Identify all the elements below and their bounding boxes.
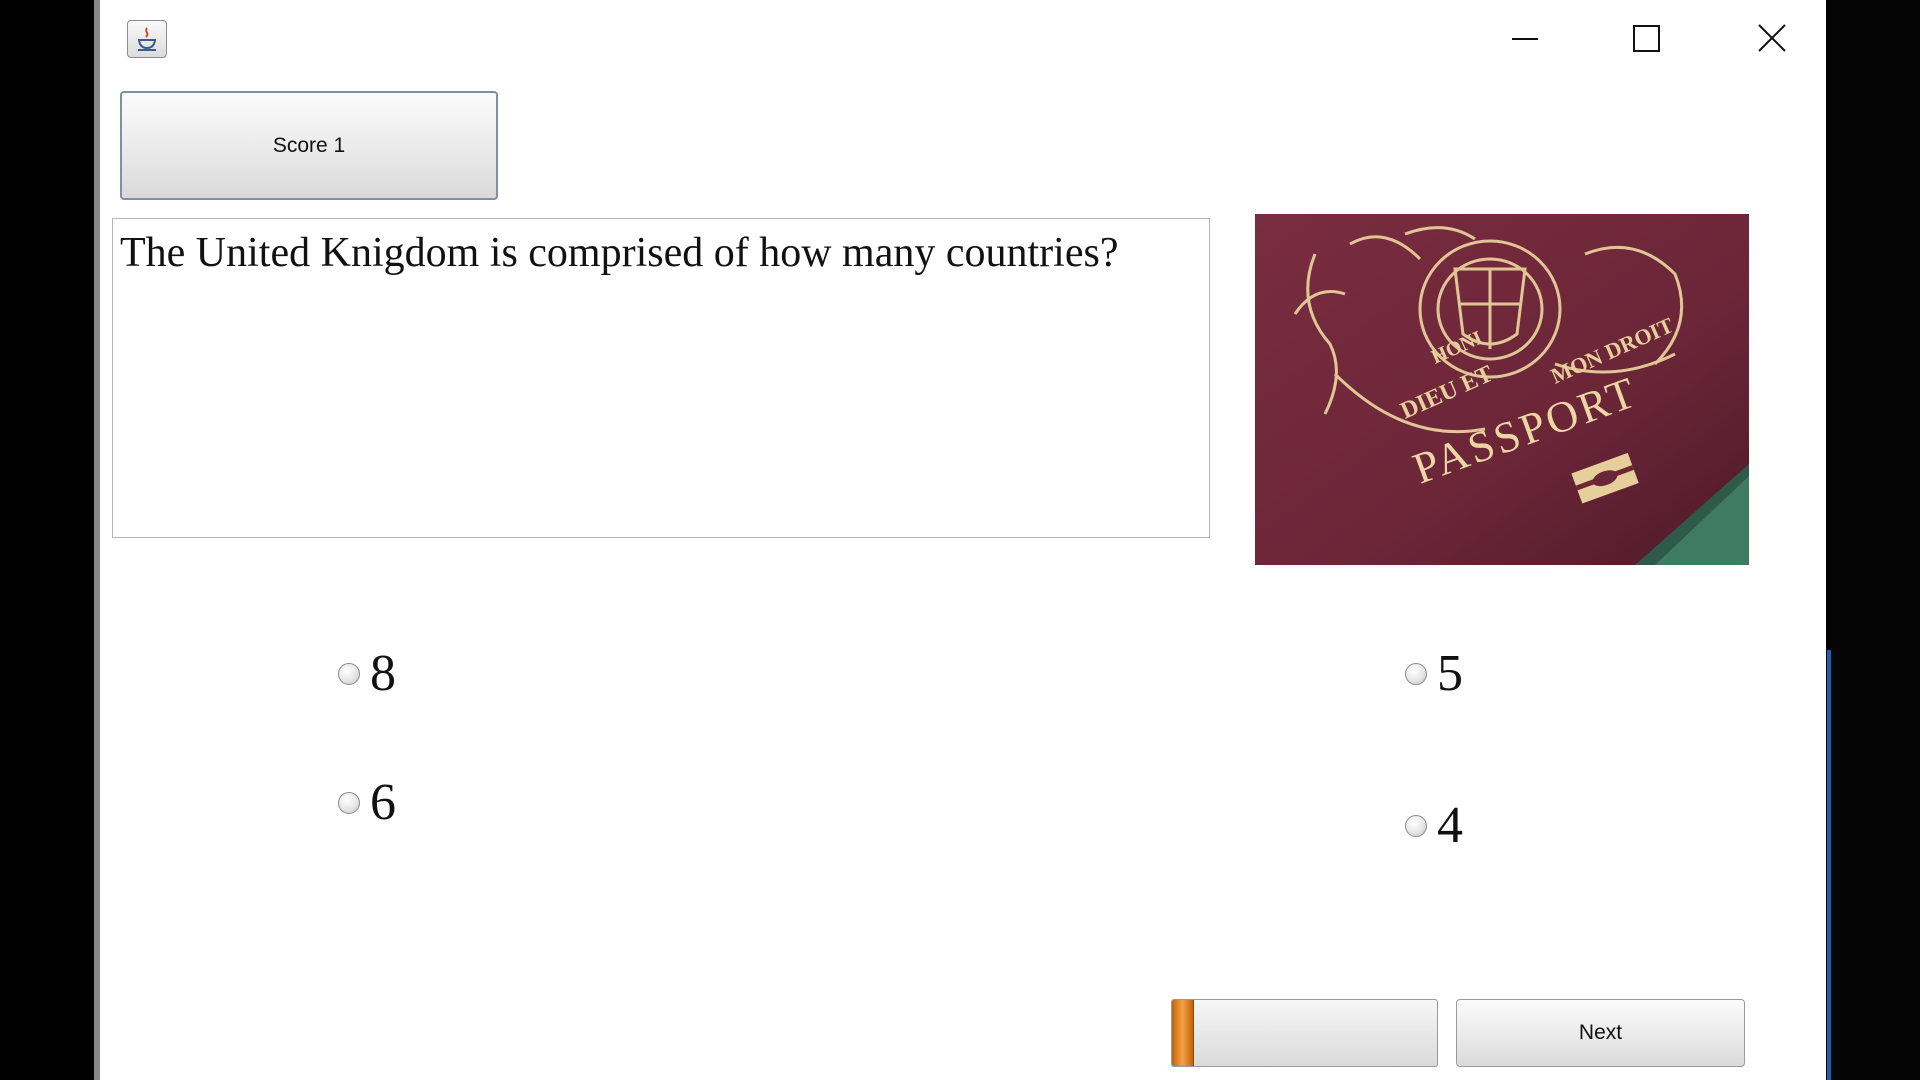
answer-label: 4 bbox=[1437, 797, 1463, 854]
java-cup-icon[interactable] bbox=[127, 20, 167, 58]
quiz-window: Score 1 The United Knigdom is comprised … bbox=[94, 0, 1826, 1080]
radio-button[interactable] bbox=[338, 792, 360, 814]
answer-option-4[interactable]: 4 bbox=[1405, 800, 1463, 852]
title-bar bbox=[100, 0, 1826, 78]
maximize-icon[interactable] bbox=[1622, 16, 1672, 62]
answer-option-6[interactable]: 6 bbox=[338, 777, 396, 829]
quiz-progress-bar bbox=[1171, 999, 1438, 1067]
desktop-accent-strip bbox=[1827, 650, 1831, 1080]
desktop-background bbox=[1830, 0, 1920, 1080]
radio-button[interactable] bbox=[1405, 663, 1427, 685]
score-label: Score 1 bbox=[272, 133, 346, 157]
passport-image: DIEU ET MON DROIT HONI PASSPORT bbox=[1255, 214, 1749, 565]
answer-label: 6 bbox=[370, 774, 396, 831]
answer-label: 8 bbox=[370, 645, 396, 702]
answer-option-8[interactable]: 8 bbox=[338, 648, 396, 700]
answer-label: 5 bbox=[1437, 645, 1463, 702]
minimize-icon[interactable] bbox=[1500, 16, 1550, 62]
answer-option-5[interactable]: 5 bbox=[1405, 648, 1463, 700]
radio-button[interactable] bbox=[338, 663, 360, 685]
next-label: Next bbox=[1578, 1021, 1623, 1044]
score-button[interactable]: Score 1 bbox=[120, 91, 498, 200]
progress-fill bbox=[1172, 1000, 1195, 1066]
passport-illustration: DIEU ET MON DROIT HONI PASSPORT bbox=[1255, 214, 1749, 565]
question-text-area[interactable]: The United Knigdom is comprised of how m… bbox=[112, 218, 1210, 538]
question-text: The United Knigdom is comprised of how m… bbox=[120, 230, 1119, 276]
radio-button[interactable] bbox=[1405, 815, 1427, 837]
next-button[interactable]: Next bbox=[1456, 999, 1745, 1067]
close-icon[interactable] bbox=[1747, 16, 1797, 62]
